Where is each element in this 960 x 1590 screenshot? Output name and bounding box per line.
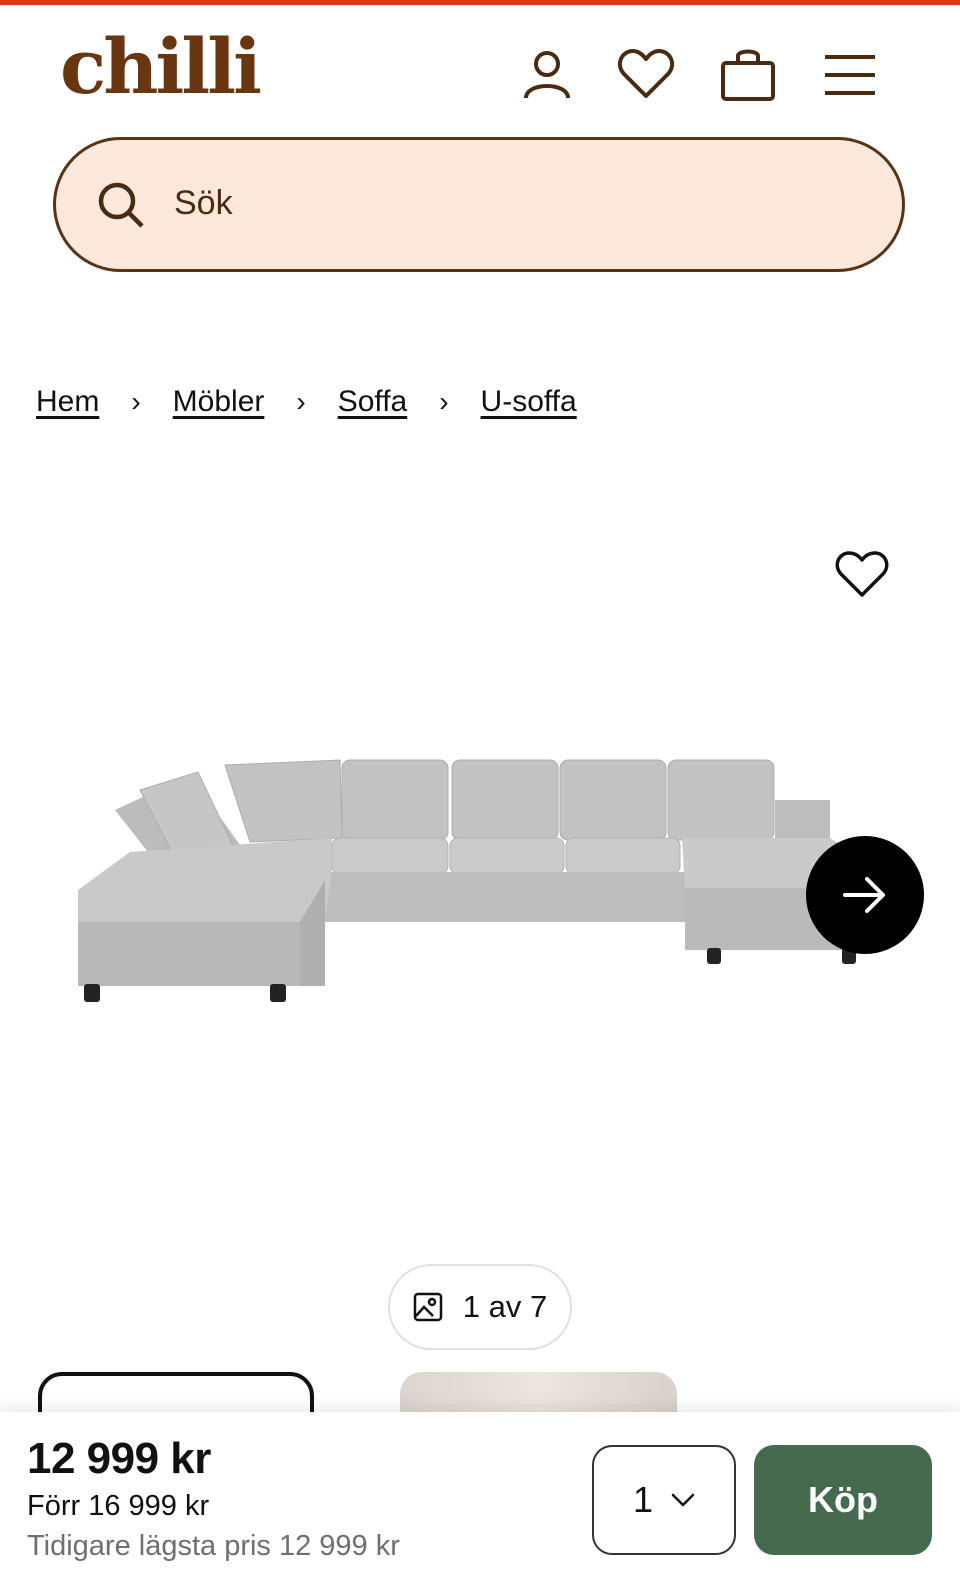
buy-button[interactable]: Köp (754, 1445, 932, 1555)
quantity-select[interactable]: 1 (592, 1445, 736, 1555)
breadcrumb-u-soffa[interactable]: U-soffa (481, 385, 577, 419)
cart-icon[interactable] (716, 43, 780, 107)
purchase-bar: 12 999 kr Förr 16 999 kr Tidigare lägsta… (0, 1412, 960, 1590)
logo[interactable]: chilli (60, 27, 262, 107)
price: 12 999 kr (27, 1434, 211, 1483)
product-image-sofa[interactable] (70, 750, 890, 1010)
product-gallery (0, 470, 960, 1230)
account-icon[interactable] (515, 43, 579, 107)
image-icon (413, 1292, 443, 1322)
arrow-right-icon (843, 877, 885, 913)
thumbnail-strip (0, 1372, 960, 1412)
thumbnail-active[interactable] (38, 1372, 314, 1412)
image-counter-text: 1 av 7 (462, 1289, 548, 1324)
previous-price: Förr 16 999 kr (27, 1490, 210, 1522)
search-icon (96, 180, 146, 230)
breadcrumb-soffa[interactable]: Soffa (338, 385, 408, 419)
chevron-right-icon: › (296, 386, 306, 417)
quantity-value: 1 (632, 1479, 654, 1520)
chevron-down-icon (671, 1493, 695, 1507)
chevron-right-icon: › (439, 386, 449, 417)
breadcrumb-mobler[interactable]: Möbler (173, 385, 265, 419)
next-image-button[interactable] (806, 836, 924, 954)
favorite-heart-icon[interactable] (832, 545, 892, 605)
site-header: chilli (0, 5, 960, 130)
chevron-right-icon: › (131, 386, 141, 417)
search-field[interactable]: Sök (53, 137, 905, 272)
thumbnail[interactable] (400, 1372, 677, 1412)
wishlist-heart-icon[interactable] (614, 43, 678, 107)
lowest-price-note: Tidigare lägsta pris 12 999 kr (27, 1530, 400, 1562)
menu-icon[interactable] (818, 43, 882, 107)
breadcrumb-home[interactable]: Hem (36, 385, 99, 419)
search-placeholder: Sök (174, 184, 233, 222)
image-counter[interactable]: 1 av 7 (388, 1264, 572, 1350)
breadcrumb: Hem › Möbler › Soffa › U-soffa (36, 385, 577, 419)
